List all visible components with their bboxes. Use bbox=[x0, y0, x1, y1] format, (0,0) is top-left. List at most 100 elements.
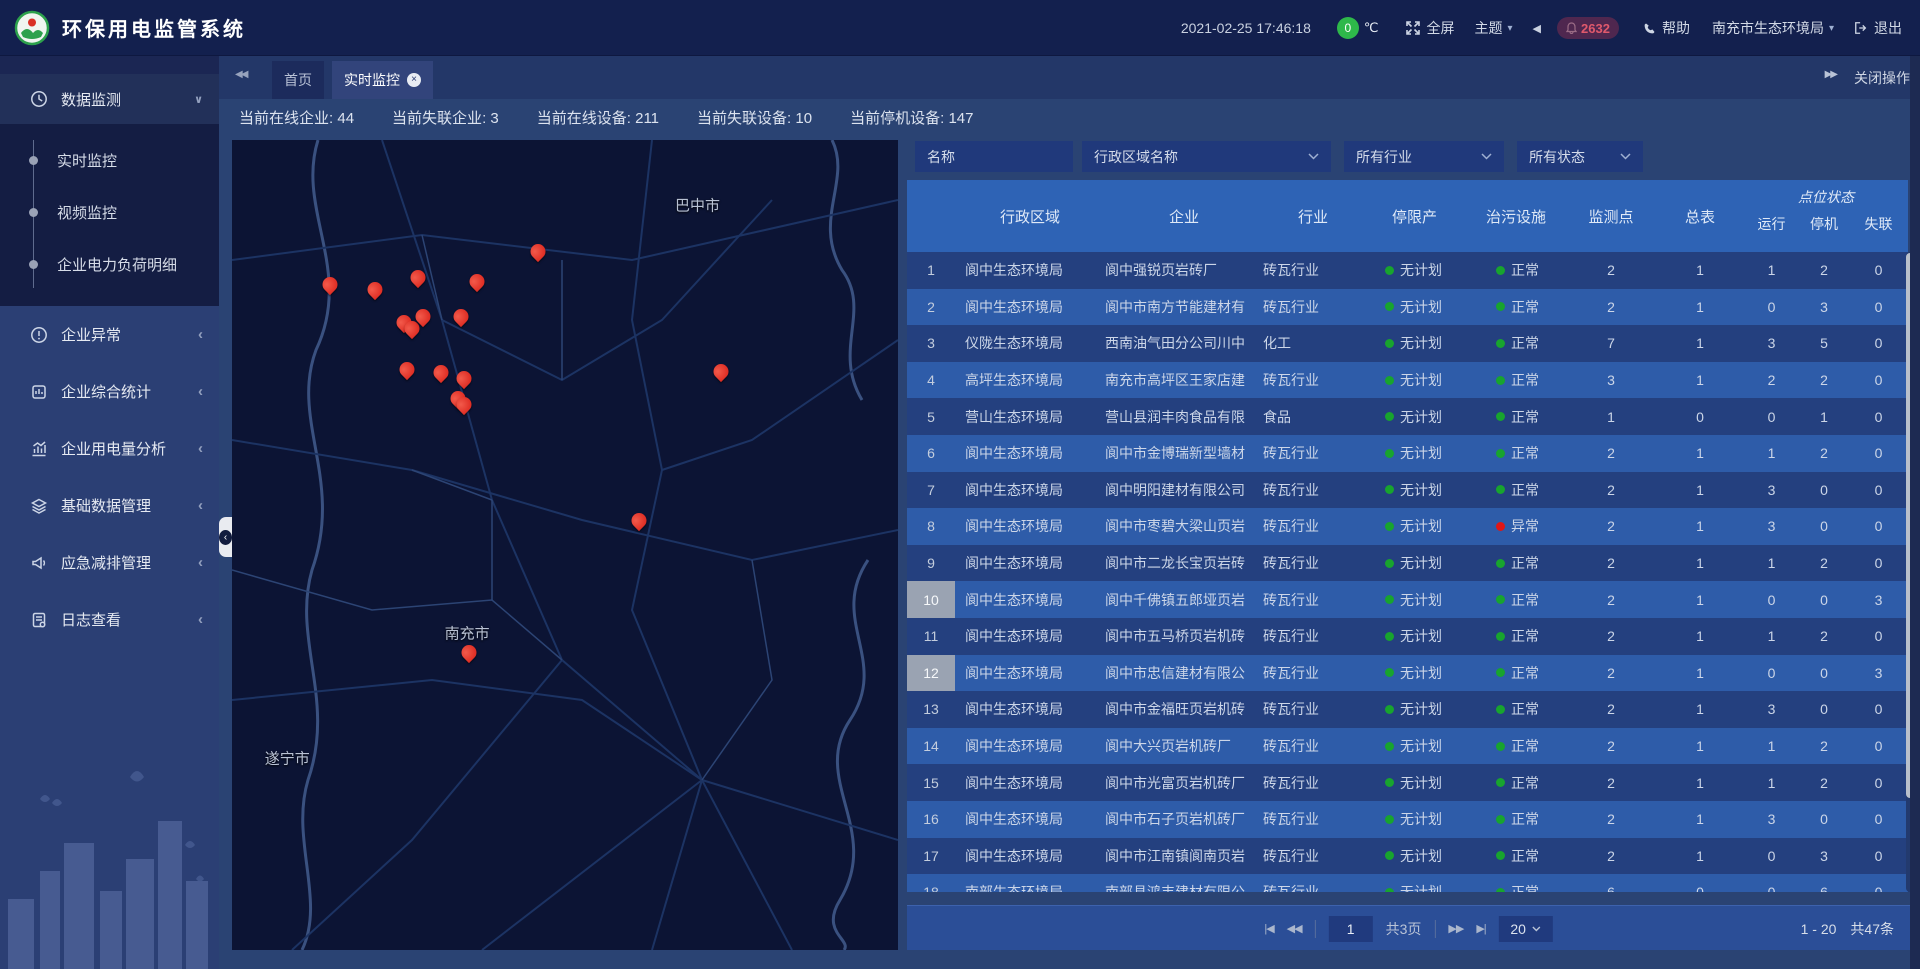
sidebar-item-label: 企业综合统计 bbox=[61, 381, 151, 402]
limit-status-cell: 无计划 bbox=[1363, 435, 1466, 472]
tab-home[interactable]: 首页 bbox=[272, 61, 324, 99]
company-cell: 阆中大兴页岩机砖厂 bbox=[1105, 728, 1263, 765]
facility-status-cell: 正常 bbox=[1466, 435, 1566, 472]
table-row[interactable]: 10 阆中生态环境局 阆中千佛镇五郎垭页岩 砖瓦行业 无计划 正常 2 1 0 … bbox=[907, 581, 1908, 618]
stop-count-cell: 0 bbox=[1799, 508, 1849, 545]
company-cell: 南充市高坪区王家店建 bbox=[1105, 362, 1263, 399]
page-number-input[interactable]: 1 bbox=[1329, 916, 1373, 942]
sidebar-item-4[interactable]: 基础数据管理‹ bbox=[0, 477, 219, 534]
sidebar-item-2[interactable]: 企业综合统计‹ bbox=[0, 363, 219, 420]
chevron-left-icon: ‹ bbox=[219, 530, 232, 545]
total-meter-cell: 1 bbox=[1656, 252, 1744, 289]
row-index-cell: 4 bbox=[907, 362, 955, 399]
table-row[interactable]: 6 阆中生态环境局 阆中市金博瑞新型墙材 砖瓦行业 无计划 正常 2 1 1 2… bbox=[907, 435, 1908, 472]
tab-realtime-monitor[interactable]: 实时监控 × bbox=[332, 61, 433, 99]
table-row[interactable]: 17 阆中生态环境局 阆中市江南镇阆南页岩 砖瓦行业 无计划 正常 2 1 0 … bbox=[907, 838, 1908, 875]
run-count-cell: 3 bbox=[1744, 801, 1799, 838]
total-meter-cell: 1 bbox=[1656, 728, 1744, 765]
table-row[interactable]: 7 阆中生态环境局 阆中明阳建材有限公司 砖瓦行业 无计划 正常 2 1 3 0… bbox=[907, 472, 1908, 509]
row-index-cell: 15 bbox=[907, 764, 955, 801]
page-size-select[interactable]: 20 bbox=[1499, 916, 1553, 942]
next-page-icon[interactable]: ▶▶ bbox=[1448, 922, 1463, 935]
lost-count-cell: 0 bbox=[1849, 838, 1908, 875]
first-page-icon[interactable]: |◀ bbox=[1264, 922, 1273, 935]
notification-badge[interactable]: 2632 bbox=[1557, 17, 1619, 39]
col-header-region: 行政区域 bbox=[955, 180, 1105, 252]
table-row[interactable]: 1 阆中生态环境局 阆中强锐页岩砖厂 砖瓦行业 无计划 正常 2 1 1 2 0 bbox=[907, 252, 1908, 289]
app-root: 环保用电监管系统 2021-02-25 17:46:18 0 ℃ 全屏 主题▾ bbox=[0, 0, 1920, 969]
sidebar-item-0[interactable]: 数据监测∨ bbox=[0, 74, 219, 124]
run-count-cell: 1 bbox=[1744, 618, 1799, 655]
monitor-icon bbox=[30, 90, 48, 108]
table-row[interactable]: 14 阆中生态环境局 阆中大兴页岩机砖厂 砖瓦行业 无计划 正常 2 1 1 2… bbox=[907, 728, 1908, 765]
stop-count-cell: 3 bbox=[1799, 289, 1849, 326]
region-cell: 阆中生态环境局 bbox=[955, 581, 1105, 618]
status-dot-icon bbox=[1385, 266, 1394, 275]
table-row[interactable]: 12 阆中生态环境局 阆中市忠信建材有限公 砖瓦行业 无计划 正常 2 1 0 … bbox=[907, 655, 1908, 692]
name-filter-input[interactable] bbox=[915, 149, 1073, 165]
theme-menu-button[interactable]: 主题▾ bbox=[1474, 18, 1512, 38]
status-dot-icon bbox=[1385, 559, 1394, 568]
table-row[interactable]: 8 阆中生态环境局 阆中市枣碧大梁山页岩 砖瓦行业 无计划 异常 2 1 3 0… bbox=[907, 508, 1908, 545]
window-scrollbar[interactable] bbox=[1910, 56, 1920, 969]
table-row[interactable]: 4 高坪生态环境局 南充市高坪区王家店建 砖瓦行业 无计划 正常 3 1 2 2… bbox=[907, 362, 1908, 399]
stop-count-cell: 5 bbox=[1799, 325, 1849, 362]
facility-status-cell: 正常 bbox=[1466, 801, 1566, 838]
chevron-down-icon: ∨ bbox=[194, 93, 203, 106]
col-group-point-status: 点位状态 运行 停机 失联 bbox=[1744, 180, 1908, 252]
sidebar-subitem-0-0[interactable]: 实时监控 bbox=[0, 134, 219, 186]
region-cell: 仪陇生态环境局 bbox=[955, 325, 1105, 362]
chart-icon bbox=[30, 440, 48, 458]
map-collapse-handle[interactable]: ‹ bbox=[219, 517, 232, 557]
facility-status-cell: 正常 bbox=[1466, 838, 1566, 875]
limit-status-cell: 无计划 bbox=[1363, 508, 1466, 545]
company-cell: 阆中市五马桥页岩机砖 bbox=[1105, 618, 1263, 655]
close-operations-button[interactable]: 关闭操作 bbox=[1854, 68, 1910, 88]
fullscreen-button[interactable]: 全屏 bbox=[1406, 18, 1454, 38]
stat-item: 当前停机设备: 147 bbox=[850, 107, 973, 128]
facility-status-cell: 异常 bbox=[1466, 508, 1566, 545]
facility-status-cell: 正常 bbox=[1466, 728, 1566, 765]
temperature-badge: 0 bbox=[1337, 17, 1359, 39]
region-filter-select[interactable]: 行政区域名称 bbox=[1082, 141, 1331, 172]
table-row[interactable]: 15 阆中生态环境局 阆中市光富页岩机砖厂 砖瓦行业 无计划 正常 2 1 1 … bbox=[907, 764, 1908, 801]
table-row[interactable]: 9 阆中生态环境局 阆中市二龙长宝页岩砖 砖瓦行业 无计划 正常 2 1 1 2… bbox=[907, 545, 1908, 582]
status-filter-select[interactable]: 所有状态 bbox=[1517, 141, 1643, 172]
status-dot-icon bbox=[1385, 815, 1394, 824]
status-dot-icon bbox=[1385, 888, 1394, 892]
sidebar: 数据监测∨ 实时监控视频监控企业电力负荷明细企业异常‹企业综合统计‹企业用电量分析… bbox=[0, 56, 219, 969]
sidebar-item-1[interactable]: 企业异常‹ bbox=[0, 306, 219, 363]
col-header-facility: 治污设施 bbox=[1466, 180, 1566, 252]
table-row[interactable]: 13 阆中生态环境局 阆中市金福旺页岩机砖 砖瓦行业 无计划 正常 2 1 3 … bbox=[907, 691, 1908, 728]
total-meter-cell: 1 bbox=[1656, 691, 1744, 728]
map-canvas[interactable]: 巴中市南充市遂宁市 bbox=[232, 140, 898, 950]
table-row[interactable]: 2 阆中生态环境局 阆中市南方节能建材有 砖瓦行业 无计划 正常 2 1 0 3… bbox=[907, 289, 1908, 326]
sidebar-item-5[interactable]: 应急减排管理‹ bbox=[0, 534, 219, 591]
total-meter-cell: 1 bbox=[1656, 618, 1744, 655]
total-meter-cell: 0 bbox=[1656, 874, 1744, 892]
sidebar-subitem-0-2[interactable]: 企业电力负荷明细 bbox=[0, 238, 219, 290]
logout-button[interactable]: 退出 bbox=[1854, 18, 1902, 38]
lost-count-cell: 0 bbox=[1849, 764, 1908, 801]
lost-count-cell: 0 bbox=[1849, 472, 1908, 509]
table-row[interactable]: 18 南部生态环境局 南部县鸿丰建材有限公 砖瓦行业 无计划 正常 6 0 0 … bbox=[907, 874, 1908, 892]
sidebar-subitem-0-1[interactable]: 视频监控 bbox=[0, 186, 219, 238]
status-dot-icon bbox=[1385, 595, 1394, 604]
stop-count-cell: 0 bbox=[1799, 691, 1849, 728]
industry-filter-select[interactable]: 所有行业 bbox=[1344, 141, 1504, 172]
sidebar-item-6[interactable]: 日志查看‹ bbox=[0, 591, 219, 648]
table-row[interactable]: 11 阆中生态环境局 阆中市五马桥页岩机砖 砖瓦行业 无计划 正常 2 1 1 … bbox=[907, 618, 1908, 655]
last-page-icon[interactable]: ▶| bbox=[1476, 922, 1485, 935]
volume-button[interactable]: ◀ bbox=[1533, 22, 1541, 35]
help-button[interactable]: 帮助 bbox=[1643, 18, 1690, 38]
org-menu-button[interactable]: 南充市生态环境局▾ bbox=[1712, 18, 1834, 38]
tab-close-icon[interactable]: × bbox=[407, 73, 421, 87]
total-meter-cell: 1 bbox=[1656, 655, 1744, 692]
sidebar-item-3[interactable]: 企业用电量分析‹ bbox=[0, 420, 219, 477]
prev-page-icon[interactable]: ◀◀ bbox=[1287, 922, 1302, 935]
tabs-scroll-left-icon[interactable]: ◀◀ bbox=[235, 69, 246, 80]
table-row[interactable]: 5 营山生态环境局 营山县润丰肉食品有限 食品 无计划 正常 1 0 0 1 0 bbox=[907, 398, 1908, 435]
tabs-scroll-right-icon[interactable]: ▶▶ bbox=[1825, 69, 1836, 80]
table-row[interactable]: 16 阆中生态环境局 阆中市石子页岩机砖厂 砖瓦行业 无计划 正常 2 1 3 … bbox=[907, 801, 1908, 838]
table-row[interactable]: 3 仪陇生态环境局 西南油气田分公司川中 化工 无计划 正常 7 1 3 5 0 bbox=[907, 325, 1908, 362]
